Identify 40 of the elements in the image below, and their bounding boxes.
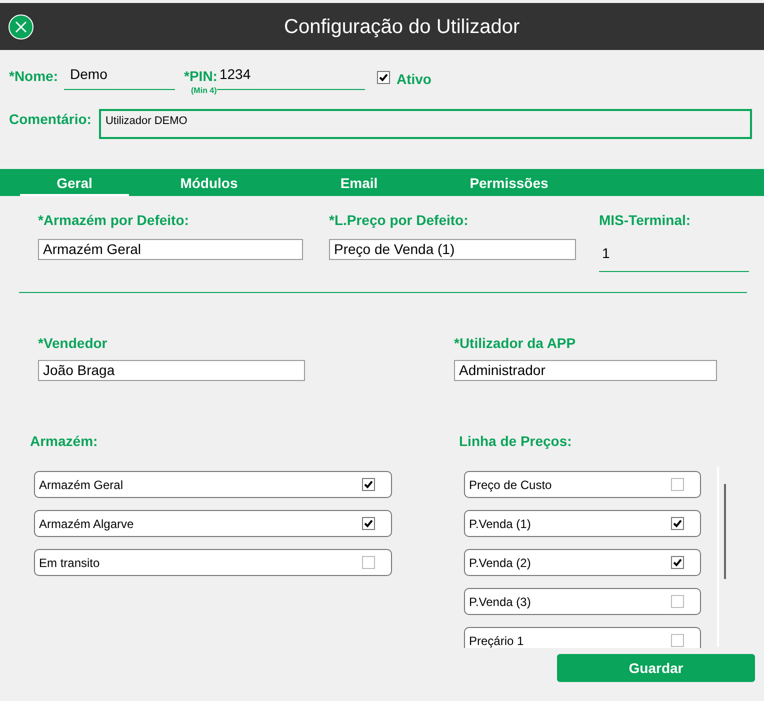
comment-label: Comentário: <box>9 110 92 129</box>
checkbox[interactable] <box>362 556 375 569</box>
app-user-label: *Utilizador da APP <box>454 334 577 353</box>
checkbox[interactable] <box>671 478 684 491</box>
checkbox[interactable] <box>671 517 684 530</box>
terminal-field[interactable]: 1 <box>599 243 749 272</box>
pin-field[interactable]: 1234 <box>217 64 366 90</box>
name-label: *Nome: <box>9 67 58 86</box>
list-item[interactable]: P.Venda (1) <box>464 510 701 537</box>
checkbox[interactable] <box>671 556 684 569</box>
pin-label: *PIN: <box>184 67 218 86</box>
comment-field[interactable]: Utilizador DEMO <box>99 109 752 139</box>
default-price-field[interactable]: Preço de Venda (1) <box>329 239 576 260</box>
name-field[interactable]: Demo <box>64 64 176 90</box>
price-lines-heading: Linha de Preços: <box>459 432 573 451</box>
list-item[interactable]: Armazém Geral <box>34 471 392 498</box>
list-item[interactable]: P.Venda (2) <box>464 549 701 576</box>
app-user-field[interactable]: Administrador <box>454 360 717 381</box>
list-item[interactable]: P.Venda (3) <box>464 588 701 615</box>
active-label: Ativo <box>396 70 432 89</box>
scrollbar-thumb[interactable] <box>724 484 726 579</box>
checkbox[interactable] <box>671 634 684 647</box>
terminal-label: MIS-Terminal: <box>599 211 692 230</box>
active-checkbox[interactable] <box>377 71 390 84</box>
list-item[interactable]: Em transito <box>34 549 392 576</box>
list-item[interactable]: Armazém Algarve <box>34 510 392 537</box>
checkbox[interactable] <box>671 595 684 608</box>
seller-field[interactable]: João Braga <box>38 360 305 381</box>
checkbox[interactable] <box>362 478 375 491</box>
warehouses-heading: Armazém: <box>30 432 99 451</box>
list-item[interactable]: Preçário 1 <box>464 627 701 648</box>
checkbox[interactable] <box>362 517 375 530</box>
seller-label: *Vendedor <box>38 334 108 353</box>
default-warehouse-field[interactable]: Armazém Geral <box>38 239 303 260</box>
default-warehouse-label: *Armazém por Defeito: <box>38 211 190 230</box>
window-title: Configuração do Utilizador <box>284 14 520 38</box>
pin-hint: (Min 4) <box>191 87 218 95</box>
close-icon[interactable] <box>8 14 34 40</box>
list-item[interactable]: Preço de Custo <box>464 471 701 498</box>
default-price-label: *L.Preço por Defeito: <box>329 211 470 230</box>
